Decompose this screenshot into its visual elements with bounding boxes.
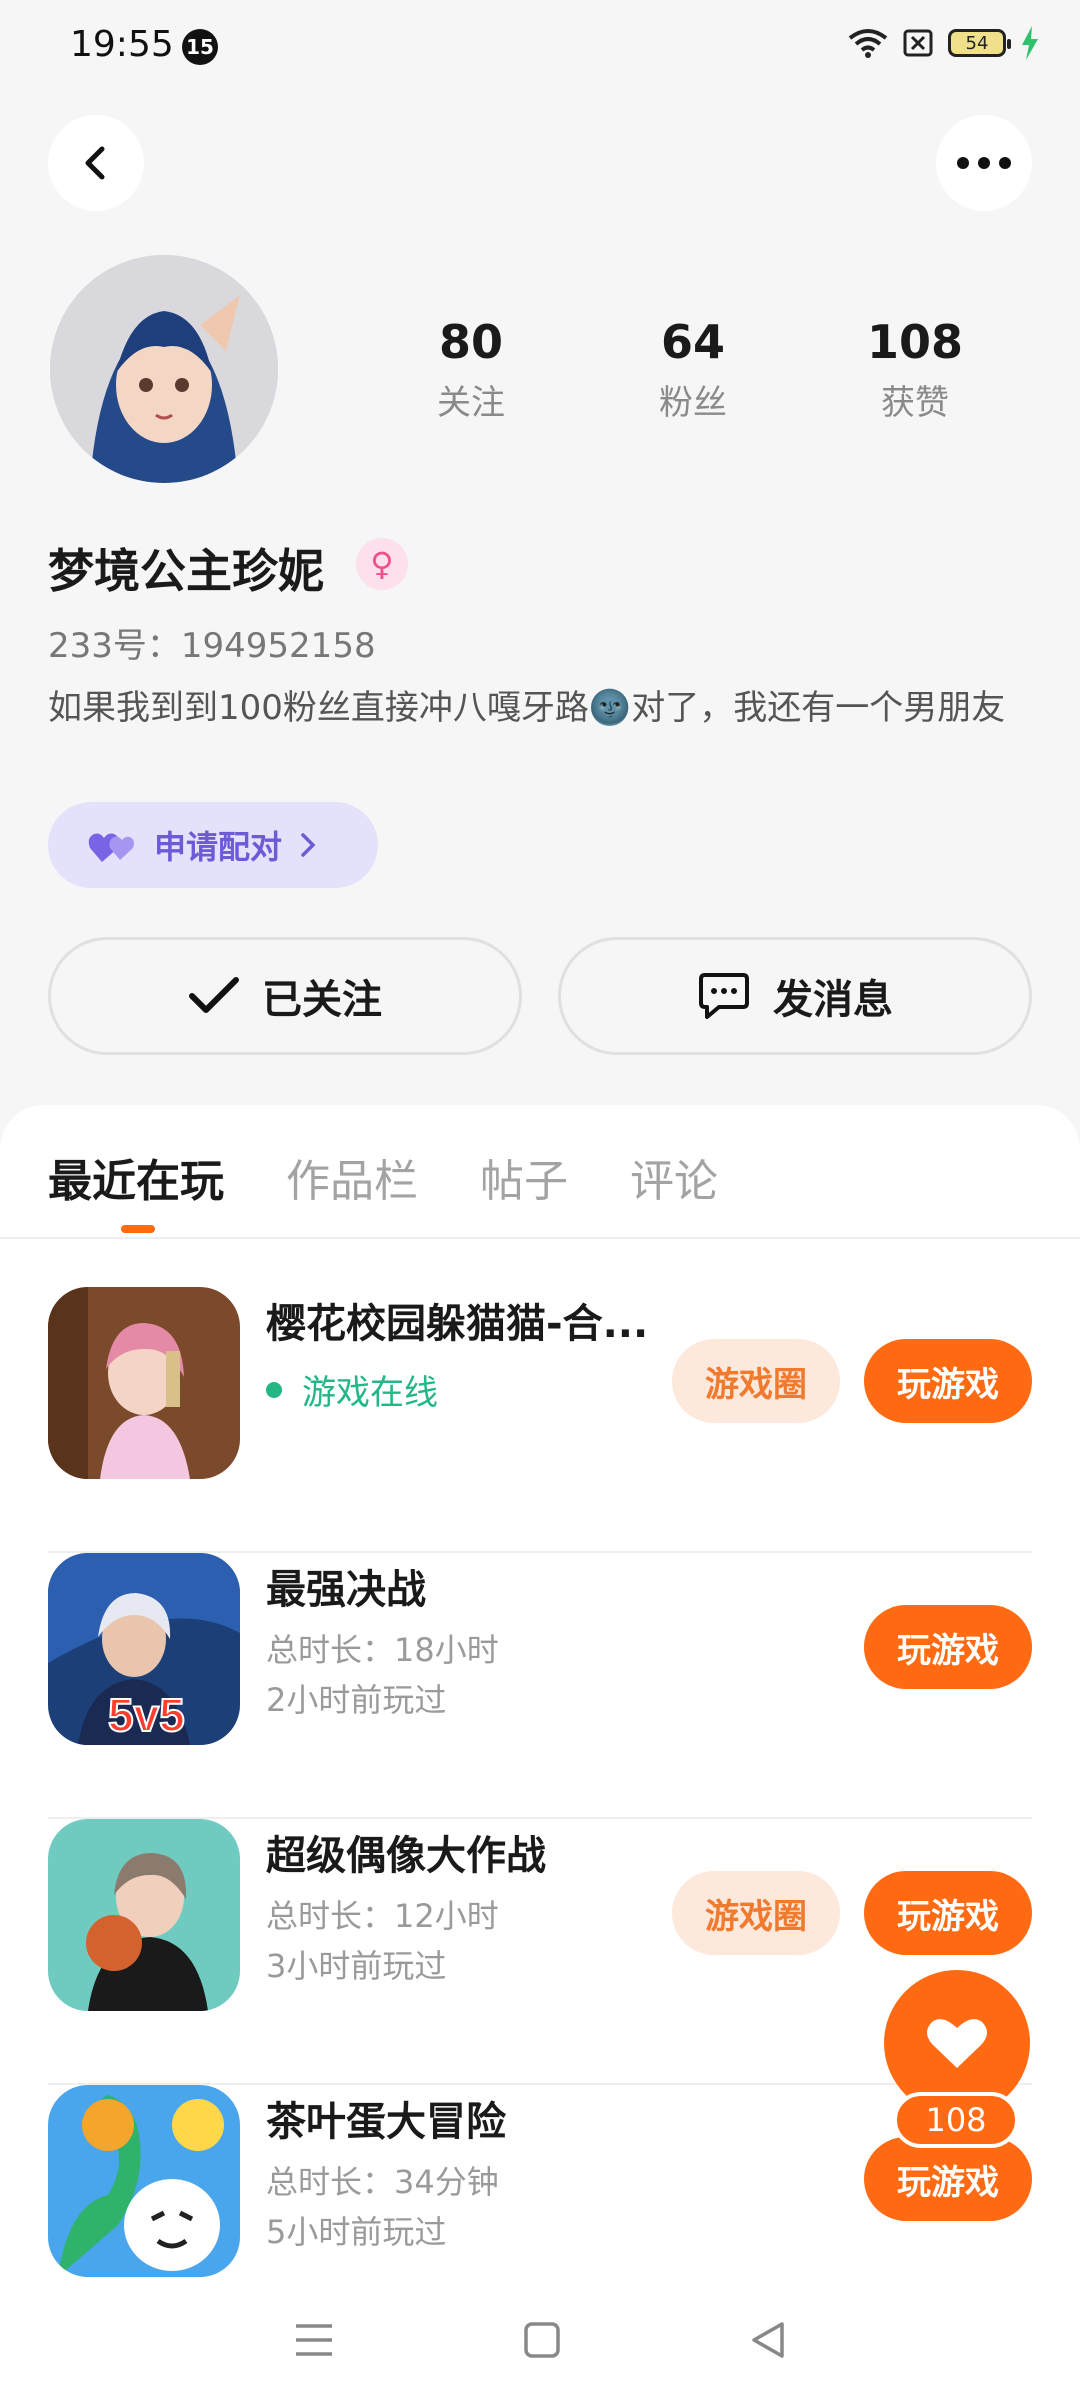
status-bar: 19:55 15 54 <box>0 0 1080 95</box>
game-info: 茶叶蛋大冒险 总时长：34分钟 5小时前玩过 <box>266 2089 506 2253</box>
battery-level: 54 <box>965 32 989 54</box>
play-game-button[interactable]: 玩游戏 <box>864 1339 1032 1423</box>
stat-label: 获赞 <box>881 383 949 423</box>
stat-label: 粉丝 <box>659 383 727 423</box>
followed-button[interactable]: 已关注 <box>48 937 522 1055</box>
checkmark-icon <box>189 977 239 1013</box>
home-icon[interactable] <box>523 2321 561 2359</box>
female-gender-icon: ♀ <box>356 538 408 590</box>
stat-value: 108 <box>866 315 964 369</box>
game-row[interactable]: 5v5 最强决战 总时长：18小时 2小时前玩过 玩游戏 <box>48 1553 1032 1819</box>
profile-tabs: 最近在玩 作品栏 帖子 评论 <box>48 1145 718 1209</box>
stat-followers[interactable]: 64 粉丝 <box>582 315 804 424</box>
chat-bubble-icon <box>699 973 749 1019</box>
back-arrow-icon <box>85 146 105 180</box>
game-info: 樱花校园躲猫猫-合... 游戏在线 <box>266 1291 648 1414</box>
menu-icon[interactable] <box>294 2322 334 2358</box>
game-last-played: 3小时前玩过 <box>266 1947 447 1985</box>
online-status: 游戏在线 <box>266 1365 648 1414</box>
game-row[interactable]: 樱花校园躲猫猫-合... 游戏在线 游戏圈 玩游戏 <box>48 1287 1032 1553</box>
game-icon[interactable] <box>48 1287 240 1479</box>
game-duration: 总时长：34分钟 <box>266 2163 499 2201</box>
apply-pair-label: 申请配对 <box>154 828 283 866</box>
online-dot-icon <box>266 1381 282 1398</box>
game-icon[interactable]: 5v5 <box>48 1553 240 1745</box>
like-count-badge: 108 <box>893 2092 1019 2148</box>
stat-label: 关注 <box>437 383 505 423</box>
profile-uid: 233号：194952158 <box>48 626 376 666</box>
charging-icon <box>1022 26 1038 60</box>
system-nav-bar <box>0 2280 1080 2400</box>
battery-icon: 54 <box>948 29 1011 57</box>
profile-nickname: 梦境公主珍妮 <box>48 544 324 598</box>
notification-badge: 15 <box>182 29 218 65</box>
game-icon[interactable] <box>48 2085 240 2277</box>
game-last-played: 5小时前玩过 <box>266 2213 447 2251</box>
apply-pair-button[interactable]: 申请配对 <box>48 802 378 888</box>
game-info: 最强决战 总时长：18小时 2小时前玩过 <box>266 1557 499 1721</box>
more-dots-icon <box>957 157 1011 169</box>
sim-off-icon <box>903 29 933 57</box>
profile-stats: 80 关注 64 粉丝 108 获赞 <box>360 315 1026 424</box>
game-last-played: 2小时前玩过 <box>266 1681 447 1719</box>
game-title: 樱花校园躲猫猫-合... <box>266 1301 649 1347</box>
wifi-icon <box>848 29 888 58</box>
hearts-icon <box>88 833 134 862</box>
status-icons: 54 <box>848 26 1040 60</box>
game-circle-button[interactable]: 游戏圈 <box>672 1871 840 1955</box>
more-button[interactable] <box>936 115 1032 211</box>
stat-value: 80 <box>438 315 503 369</box>
tab-indicator <box>121 1225 155 1233</box>
online-text: 游戏在线 <box>302 1373 438 1413</box>
status-time: 19:55 <box>70 24 174 65</box>
followed-label: 已关注 <box>262 977 382 1023</box>
heart-icon <box>927 2019 987 2068</box>
game-title: 超级偶像大作战 <box>266 1833 546 1879</box>
chevron-right-icon <box>301 833 316 857</box>
send-message-button[interactable]: 发消息 <box>558 937 1032 1055</box>
game-info: 超级偶像大作战 总时长：12小时 3小时前玩过 <box>266 1823 546 1987</box>
tab-divider <box>0 1237 1080 1239</box>
game-duration: 总时长：12小时 <box>266 1897 499 1935</box>
play-game-button[interactable]: 玩游戏 <box>864 1871 1032 1955</box>
game-icon[interactable] <box>48 1819 240 2011</box>
game-title: 茶叶蛋大冒险 <box>266 2099 506 2145</box>
tab-posts[interactable]: 帖子 <box>480 1145 568 1209</box>
icon-text: 5v5 <box>108 1689 185 1741</box>
tab-comments[interactable]: 评论 <box>630 1145 718 1209</box>
stat-following[interactable]: 80 关注 <box>360 315 582 424</box>
avatar-image <box>50 255 278 483</box>
back-triangle-icon[interactable] <box>750 2321 786 2359</box>
game-title: 最强决战 <box>266 1567 426 1613</box>
back-button[interactable] <box>48 115 144 211</box>
tab-recently-played[interactable]: 最近在玩 <box>48 1145 224 1209</box>
play-game-button[interactable]: 玩游戏 <box>864 1605 1032 1689</box>
game-circle-button[interactable]: 游戏圈 <box>672 1339 840 1423</box>
stat-value: 64 <box>660 315 725 369</box>
send-message-label: 发消息 <box>773 977 893 1023</box>
avatar[interactable] <box>50 255 278 483</box>
stat-likes[interactable]: 108 获赞 <box>804 315 1026 424</box>
tab-works[interactable]: 作品栏 <box>286 1145 418 1209</box>
game-duration: 总时长：18小时 <box>266 1631 499 1669</box>
profile-bio: 如果我到到100粉丝直接冲八嘎牙路🌚对了，我还有一个男朋友 <box>48 688 1006 728</box>
play-game-button[interactable]: 玩游戏 <box>864 2137 1032 2221</box>
